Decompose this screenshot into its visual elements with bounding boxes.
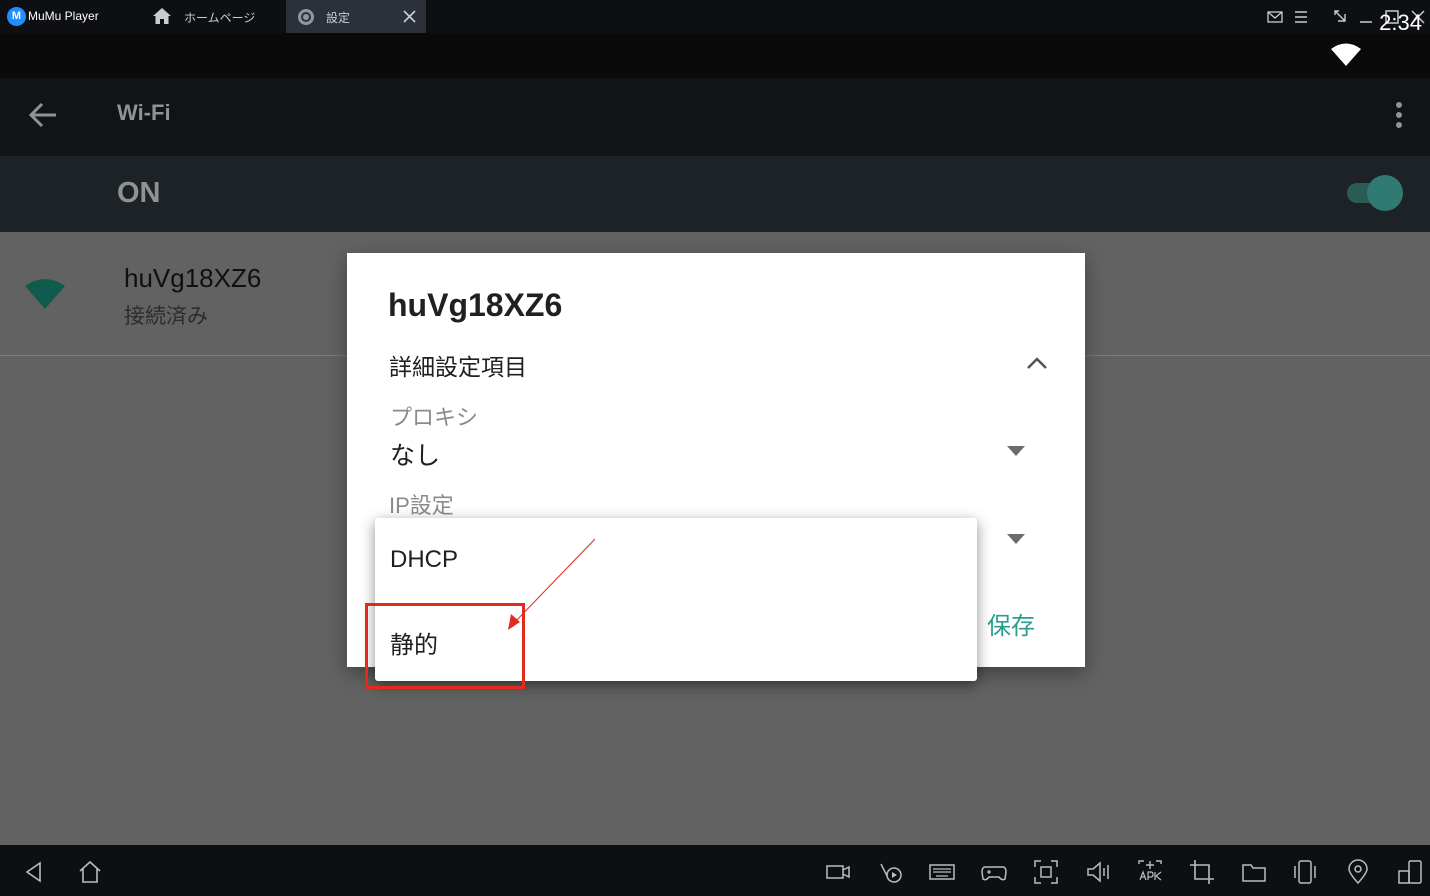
home-icon <box>153 8 171 24</box>
shake-icon[interactable] <box>1291 858 1319 886</box>
android-home-icon[interactable] <box>76 858 104 886</box>
mail-icon[interactable] <box>1266 8 1284 26</box>
dropdown-option-dhcp[interactable]: DHCP <box>375 518 977 598</box>
wifi-toggle-thumb[interactable] <box>1367 175 1403 211</box>
annotation-arrow-icon <box>508 538 596 630</box>
close-tab-icon[interactable] <box>403 10 416 23</box>
screen-record-icon[interactable] <box>824 858 852 886</box>
install-apk-icon[interactable] <box>1136 858 1164 886</box>
wifi-switch-label: ON <box>117 177 161 209</box>
crop-icon[interactable] <box>1188 858 1216 886</box>
app-name: MuMu Player <box>28 9 99 23</box>
folder-icon[interactable] <box>1240 858 1268 886</box>
screenshot-icon[interactable] <box>1032 858 1060 886</box>
volume-icon[interactable] <box>1084 858 1112 886</box>
wifi-switch-bar[interactable] <box>0 156 1430 232</box>
status-clock: 2:34 <box>1379 10 1422 35</box>
shrink-icon[interactable] <box>1332 8 1350 26</box>
network-name[interactable]: huVg18XZ6 <box>124 263 261 294</box>
android-back-icon[interactable] <box>20 858 48 886</box>
proxy-label: プロキシ <box>390 405 479 430</box>
page-title: Wi-Fi <box>117 100 171 125</box>
gamepad-icon[interactable] <box>980 858 1008 886</box>
wifi-signal-icon <box>1331 43 1361 66</box>
ip-dropdown-arrow-icon[interactable] <box>1006 533 1026 545</box>
back-arrow-icon[interactable] <box>28 101 58 129</box>
gear-icon <box>298 9 314 25</box>
dialog-title: huVg18XZ6 <box>388 287 563 323</box>
minimize-icon[interactable] <box>1357 8 1375 26</box>
proxy-select-value[interactable]: なし <box>390 436 440 472</box>
wifi-network-icon <box>25 279 65 309</box>
chevron-up-icon[interactable] <box>1025 355 1049 371</box>
tab-settings[interactable]: 設定 <box>286 0 426 33</box>
keyboard-icon[interactable] <box>928 858 956 886</box>
tab-home-label: ホームページ <box>184 11 256 25</box>
mumu-logo-icon: M <box>7 7 26 26</box>
save-button[interactable]: 保存 <box>987 606 1035 641</box>
multi-window-icon[interactable] <box>1396 858 1424 886</box>
advanced-options-toggle[interactable]: 詳細設定項目 <box>389 348 527 382</box>
menu-icon[interactable] <box>1292 8 1310 26</box>
network-status: 接続済み <box>124 305 208 328</box>
more-options-icon[interactable] <box>1393 101 1405 131</box>
tab-home[interactable]: ホームページ <box>143 0 285 33</box>
operation-record-icon[interactable] <box>877 858 905 886</box>
app-bar <box>0 78 1430 156</box>
tab-settings-label: 設定 <box>326 11 351 25</box>
option-label: DHCP <box>390 546 459 573</box>
location-icon[interactable] <box>1344 858 1372 886</box>
android-status-bar <box>0 33 1430 78</box>
proxy-dropdown-arrow-icon[interactable] <box>1006 445 1026 457</box>
ip-settings-label: IP設定 <box>389 493 454 518</box>
